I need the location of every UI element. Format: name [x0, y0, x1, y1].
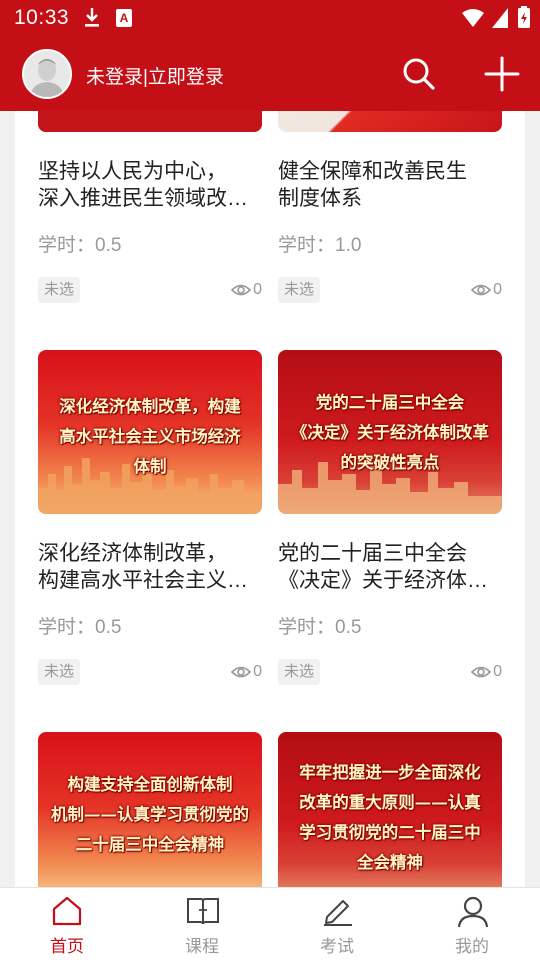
- course-card[interactable]: 牢牢把握进一步全面深化 改革的重大原则——认真 学习贯彻党的二十届三中 全会精神: [278, 732, 502, 887]
- view-count: 0: [470, 659, 502, 685]
- status-badge: 未选: [38, 659, 81, 685]
- tab-label: 课程: [185, 937, 219, 956]
- view-count: 0: [230, 659, 262, 685]
- tab-exam[interactable]: 考试: [287, 888, 387, 960]
- course-title: 坚持以人民为中心， 深入推进民生领域改…: [38, 160, 248, 210]
- app-notification-icon: A: [116, 9, 132, 27]
- thumbnail-title: 牢牢把握进一步全面深化 改革的重大原则——认真 学习贯彻党的二十届三中 全会精神: [299, 763, 481, 872]
- course-card[interactable]: 深化经济体制改革，构建 高水平社会主义市场经济 体制 深化经济体制改革， 构建高…: [38, 350, 262, 690]
- tab-home[interactable]: 首页: [17, 888, 117, 960]
- home-icon: [52, 896, 82, 926]
- course-hours: 学时：0.5: [38, 235, 122, 256]
- eye-icon: [230, 666, 252, 678]
- app-header: 未登录|立即登录: [0, 36, 540, 111]
- eye-icon: [470, 284, 492, 296]
- pen-icon: [324, 900, 352, 926]
- battery-icon: [518, 6, 530, 28]
- course-panel: 坚持以人民为中心， 深入推进民生领域改… 学时：0.5 未选 0 健全保障和改善…: [15, 111, 525, 887]
- course-card[interactable]: 构建支持全面创新体制 机制——认真学习贯彻党的 二十届三中全会精神: [38, 732, 262, 887]
- view-count: 0: [230, 277, 262, 303]
- add-icon[interactable]: [484, 56, 520, 92]
- avatar[interactable]: [22, 49, 72, 99]
- course-hours: 学时：0.5: [38, 617, 122, 638]
- book-icon: [187, 898, 219, 925]
- eye-icon: [230, 284, 252, 296]
- course-card[interactable]: 坚持以人民为中心， 深入推进民生领域改… 学时：0.5 未选 0: [38, 111, 262, 311]
- status-bar: 10:33 A: [0, 0, 540, 36]
- tab-courses[interactable]: 课程: [152, 888, 252, 960]
- tab-mine[interactable]: 我的: [422, 888, 522, 960]
- login-link[interactable]: 未登录|立即登录: [86, 62, 224, 89]
- thumbnail-decoration: [38, 111, 262, 132]
- tab-label: 我的: [455, 937, 489, 956]
- course-thumbnail[interactable]: [278, 111, 502, 132]
- thumbnail-title: 构建支持全面创新体制 机制——认真学习贯彻党的 二十届三中全会精神: [51, 775, 249, 854]
- status-time: 10:33: [14, 6, 70, 29]
- course-thumbnail[interactable]: 牢牢把握进一步全面深化 改革的重大原则——认真 学习贯彻党的二十届三中 全会精神: [278, 732, 502, 887]
- thumbnail-title: 党的二十届三中全会 《决定》关于经济体制改革 的突破性亮点: [291, 393, 489, 472]
- course-hours: 学时：0.5: [278, 617, 362, 638]
- view-count: 0: [470, 277, 502, 303]
- thumbnail-title: 深化经济体制改革，构建 高水平社会主义市场经济 体制: [59, 397, 241, 476]
- bottom-tab-bar: 首页 课程 考试 我的: [0, 887, 540, 960]
- course-thumbnail[interactable]: 构建支持全面创新体制 机制——认真学习贯彻党的 二十届三中全会精神: [38, 732, 262, 887]
- status-badge: 未选: [278, 659, 321, 685]
- download-icon: [85, 8, 99, 27]
- course-thumbnail[interactable]: 深化经济体制改革，构建 高水平社会主义市场经济 体制: [38, 350, 262, 514]
- course-title: 党的二十届三中全会 《决定》关于经济体…: [278, 542, 488, 592]
- course-thumbnail[interactable]: 党的二十届三中全会 《决定》关于经济体制改革 的突破性亮点: [278, 350, 502, 514]
- eye-icon: [470, 666, 492, 678]
- course-title: 健全保障和改善民生 制度体系: [278, 160, 467, 210]
- course-list[interactable]: 坚持以人民为中心， 深入推进民生领域改… 学时：0.5 未选 0 健全保障和改善…: [0, 111, 540, 887]
- status-badge: 未选: [38, 277, 81, 303]
- wifi-icon: [462, 9, 484, 27]
- course-thumbnail[interactable]: [38, 111, 262, 132]
- signal-icon: [492, 8, 508, 28]
- course-card[interactable]: 健全保障和改善民生 制度体系 学时：1.0 未选 0: [278, 111, 502, 311]
- status-badge: 未选: [278, 277, 321, 303]
- user-icon: [457, 896, 489, 928]
- default-avatar-icon: [24, 51, 70, 97]
- tab-label: 首页: [50, 937, 84, 956]
- search-icon[interactable]: [402, 57, 436, 91]
- course-card[interactable]: 党的二十届三中全会 《决定》关于经济体制改革 的突破性亮点 党的二十届三中全会 …: [278, 350, 502, 690]
- course-hours: 学时：1.0: [278, 235, 362, 256]
- course-title: 深化经济体制改革， 构建高水平社会主义…: [38, 542, 248, 592]
- tab-label: 考试: [320, 937, 354, 956]
